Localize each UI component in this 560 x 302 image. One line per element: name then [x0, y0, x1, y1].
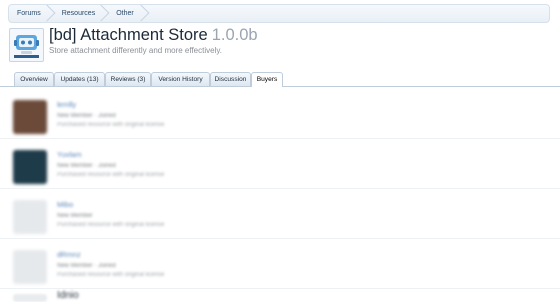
buyer-name[interactable]: Yuvlam [57, 150, 82, 159]
tab-buyers[interactable]: Buyers [251, 72, 283, 87]
buyer-row: Mibo New Member Purchased resource with … [0, 190, 560, 239]
breadcrumb-other[interactable]: Other [108, 5, 148, 22]
buyer-name[interactable]: Idnio [57, 290, 79, 301]
resource-subtitle: Store attachment differently and more ef… [49, 46, 222, 55]
resource-title-text: [bd] Attachment Store [49, 26, 208, 44]
buyer-detail: Purchased resource with original license [57, 172, 165, 178]
breadcrumb-forums[interactable]: Forums [9, 5, 54, 22]
tab-reviews[interactable]: Reviews (3) [105, 72, 151, 86]
buyer-row: lemlly New Member · Joined Purchased res… [0, 90, 560, 139]
buyer-detail: Purchased resource with original license [57, 122, 165, 128]
resource-tabs: Overview Updates (13) Reviews (3) Versio… [0, 70, 560, 87]
buyer-info: New Member · Joined [57, 263, 116, 269]
resource-icon [9, 28, 44, 62]
tab-discussion[interactable]: Discussion [210, 72, 251, 86]
buyer-info: New Member · Joined [57, 113, 116, 119]
tab-overview[interactable]: Overview [14, 72, 54, 86]
tab-updates[interactable]: Updates (13) [54, 72, 105, 86]
resource-title: [bd] Attachment Store 1.0.0b [49, 26, 258, 45]
buyer-row-partial: Idnio [0, 290, 560, 302]
buyer-detail: Purchased resource with original license [57, 222, 165, 228]
buyer-name[interactable]: Mibo [57, 200, 73, 209]
buyer-name[interactable]: lemlly [57, 100, 76, 109]
avatar[interactable] [13, 100, 47, 134]
tab-version-history[interactable]: Version History [151, 72, 210, 86]
breadcrumb: Forums Resources Other [8, 4, 550, 23]
buyer-row: Yuvlam New Member · Joined Purchased res… [0, 140, 560, 189]
breadcrumb-resources[interactable]: Resources [54, 5, 108, 22]
resource-version: 1.0.0b [211, 26, 258, 44]
avatar[interactable] [13, 150, 47, 184]
avatar[interactable] [13, 200, 47, 234]
attachment-store-icon [14, 35, 39, 58]
avatar[interactable] [13, 250, 47, 284]
buyer-info: New Member · Joined [57, 163, 116, 169]
avatar[interactable] [13, 294, 47, 302]
buyer-info: New Member [57, 213, 93, 219]
buyer-detail: Purchased resource with original license [57, 272, 165, 278]
buyer-row: dRmnz New Member · Joined Purchased reso… [0, 240, 560, 289]
buyer-name[interactable]: dRmnz [57, 250, 81, 259]
